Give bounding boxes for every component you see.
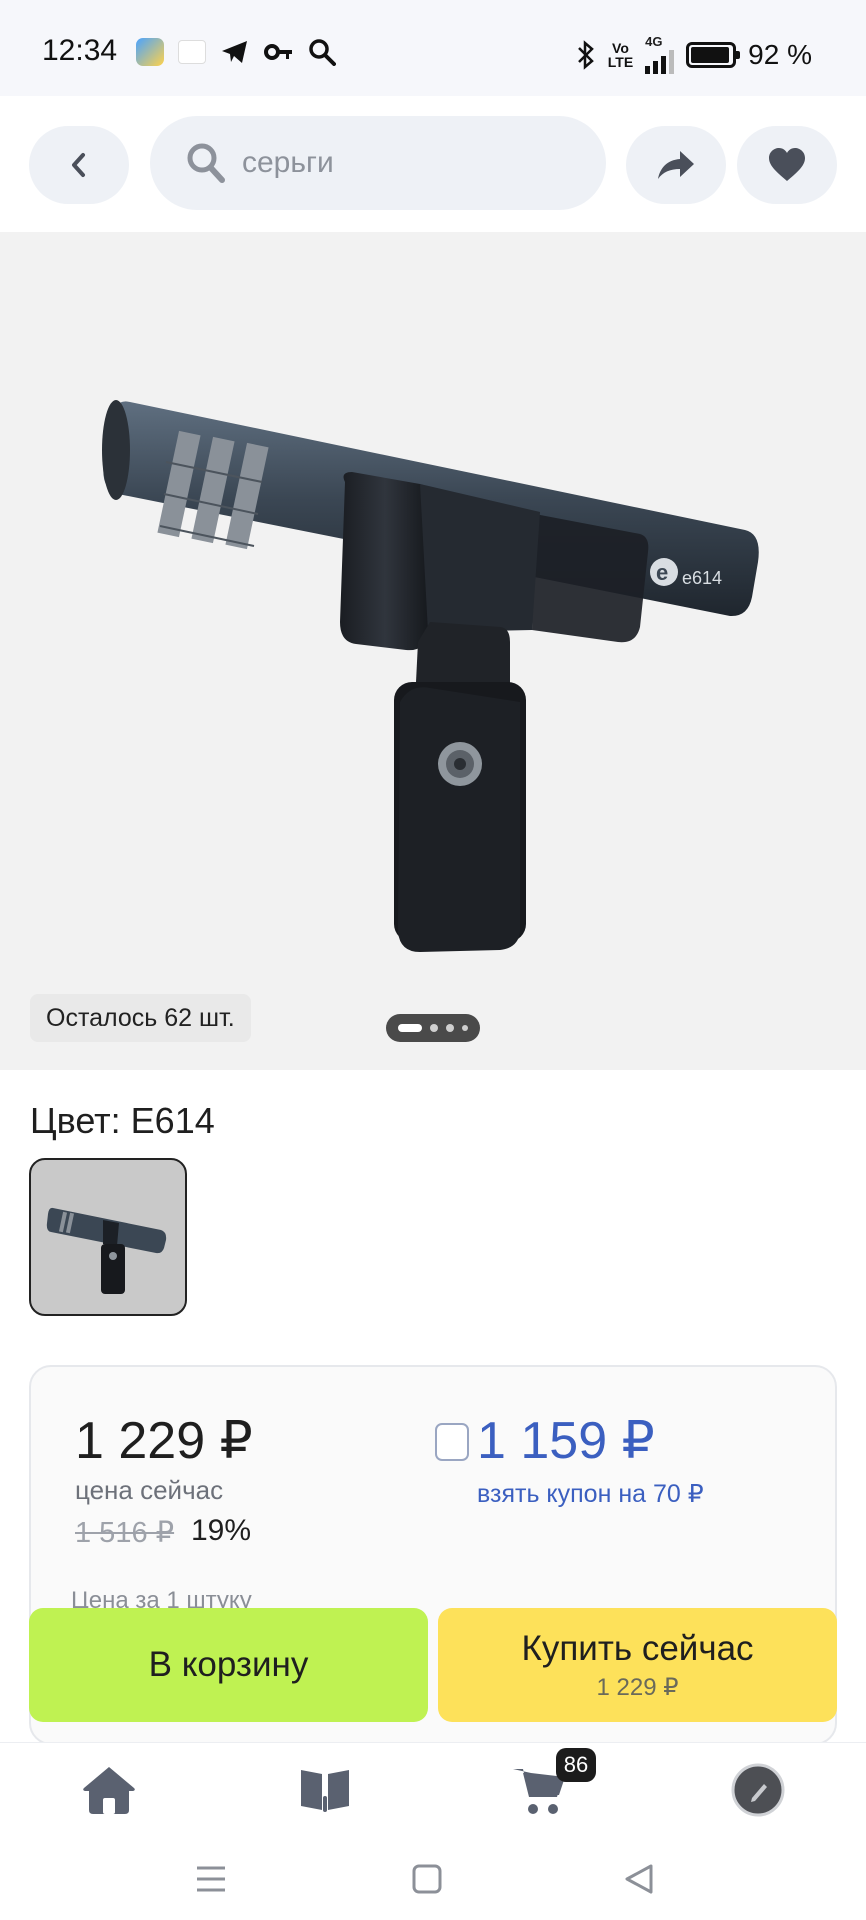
home-icon [83, 1767, 135, 1814]
status-time: 12:34 [42, 34, 118, 67]
product-marking: e614 [682, 568, 722, 588]
search-icon [309, 39, 336, 66]
triangle-back-icon [625, 1864, 653, 1894]
recent-apps-button[interactable] [186, 1854, 236, 1904]
profile-icon [731, 1763, 785, 1817]
chevron-left-icon [72, 153, 85, 177]
coupon-price: 1 159 ₽ [477, 1412, 655, 1470]
status-notification-icons [136, 38, 336, 66]
bluetooth-icon [577, 40, 594, 70]
app-icon [178, 40, 206, 64]
product-image-gallery[interactable]: e e614 Осталось 62 шт. [0, 232, 866, 1070]
status-bar: 12:34 Vo LTE 4G 92 % [0, 0, 866, 96]
home-system-button[interactable] [402, 1854, 452, 1904]
bottom-tab-bar [0, 1742, 866, 1838]
heart-icon [769, 148, 805, 181]
product-image: e e614 [102, 400, 759, 952]
volte-icon: Vo LTE [607, 40, 634, 70]
tab-home[interactable] [74, 1757, 144, 1823]
signal-icon: 4G [645, 35, 675, 74]
gallery-dot[interactable] [446, 1024, 454, 1032]
discount-percent: 19% [191, 1514, 252, 1547]
take-coupon-link[interactable]: взять купон на 70 ₽ [477, 1479, 704, 1509]
stock-remaining-badge: Осталось 62 шт. [30, 994, 251, 1042]
back-system-button[interactable] [614, 1854, 664, 1904]
back-button[interactable] [29, 126, 129, 204]
battery-icon [686, 42, 741, 68]
gallery-pagination-dots[interactable] [386, 1014, 480, 1042]
buy-now-label: Купить сейчас [521, 1628, 754, 1668]
key-icon [264, 44, 292, 60]
square-icon [412, 1864, 442, 1894]
system-navigation-bar [0, 1838, 866, 1920]
coupon-checkbox[interactable] [435, 1423, 469, 1461]
add-to-cart-button[interactable]: В корзину [29, 1608, 428, 1722]
svg-text:e: e [656, 560, 668, 585]
buy-now-price: 1 229 ₽ [596, 1673, 679, 1701]
gallery-dot[interactable] [430, 1024, 438, 1032]
battery-percent: 92 % [748, 39, 812, 70]
current-price-label: цена сейчас [75, 1475, 224, 1505]
color-option-e614[interactable] [29, 1158, 187, 1316]
share-button[interactable] [626, 126, 726, 204]
status-system-icons: Vo LTE 4G 92 % [576, 35, 812, 74]
gallery-dot[interactable] [398, 1024, 422, 1032]
search-icon [187, 143, 225, 183]
telegram-icon [222, 41, 247, 63]
gallery-dot[interactable] [462, 1025, 468, 1031]
catalog-icon [301, 1770, 349, 1812]
weather-icon [136, 38, 164, 66]
top-header: серьги [0, 96, 866, 230]
add-to-cart-label: В корзину [148, 1645, 309, 1684]
tab-profile[interactable] [723, 1757, 793, 1823]
buy-now-button[interactable]: Купить сейчас 1 229 ₽ [438, 1608, 837, 1722]
favorite-button[interactable] [737, 126, 837, 204]
old-price: 1 516 ₽ [75, 1517, 175, 1549]
color-title: Цвет: E614 [30, 1100, 215, 1141]
tab-catalog[interactable] [290, 1757, 360, 1823]
search-input[interactable]: серьги [150, 116, 606, 210]
menu-lines-icon [197, 1866, 225, 1892]
cart-count-badge: 86 [556, 1748, 596, 1782]
color-thumbnail-image [46, 1207, 167, 1294]
search-placeholder: серьги [242, 146, 334, 179]
current-price: 1 229 ₽ [75, 1412, 253, 1470]
share-arrow-icon [658, 151, 694, 179]
